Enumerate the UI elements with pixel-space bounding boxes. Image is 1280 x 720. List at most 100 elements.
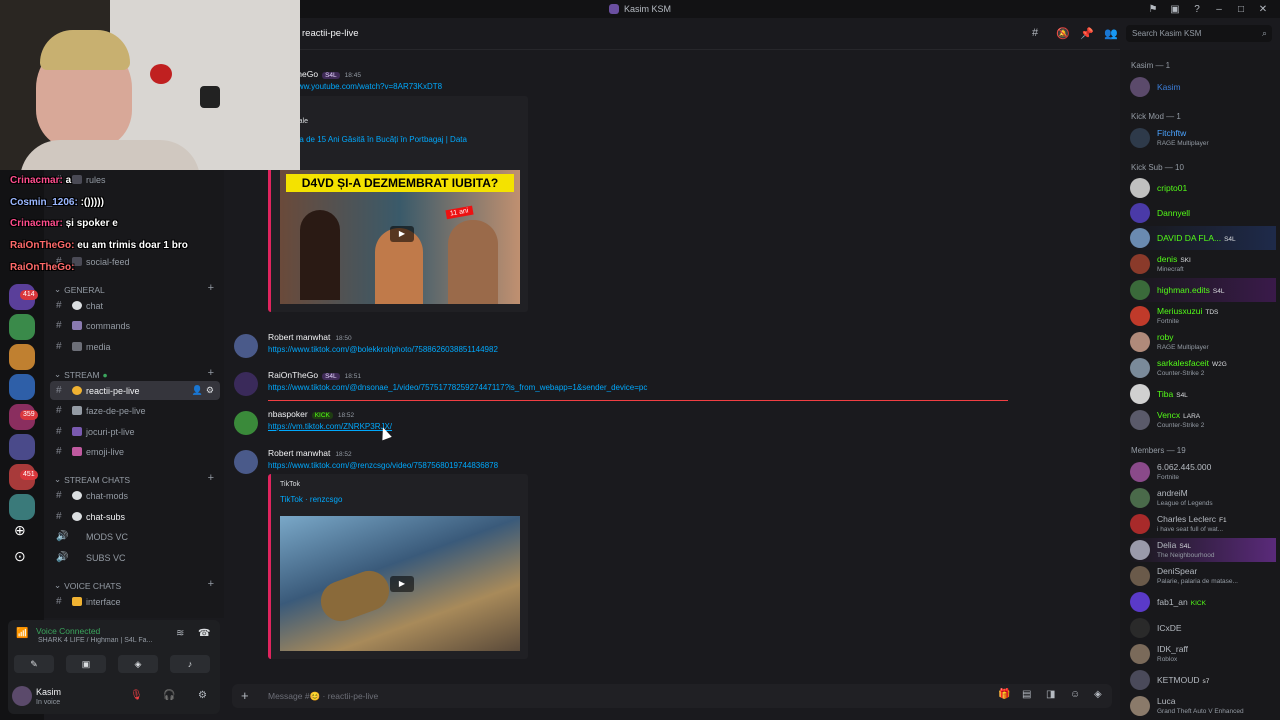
screen-share-button[interactable]: ▣: [66, 655, 106, 673]
channel-jocuri-pt-live[interactable]: # jocuri-pt-live: [50, 422, 220, 441]
apps-icon[interactable]: ◈: [1094, 689, 1102, 700]
search-input[interactable]: Search Kasim KSM ⌕: [1126, 25, 1272, 42]
screen-icon[interactable]: ▣: [1166, 0, 1184, 18]
category-stream-chats[interactable]: ⌄ STREAM CHATS: [54, 474, 130, 485]
member-item[interactable]: Fitchftw RAGE Multiplayer: [1130, 126, 1276, 150]
mute-icon[interactable]: 🎙: [130, 690, 143, 701]
server-icon-2[interactable]: [9, 314, 35, 340]
server-icon-4[interactable]: [9, 374, 35, 400]
voice-status[interactable]: Voice Connected: [36, 626, 100, 636]
emoji-icon[interactable]: ☺: [1070, 689, 1080, 700]
add-channel-icon[interactable]: +: [208, 472, 214, 484]
member-item[interactable]: highman.edits S4L: [1130, 278, 1276, 302]
avatar[interactable]: [12, 686, 32, 706]
sticker-icon[interactable]: ◨: [1046, 689, 1055, 700]
discover-icon[interactable]: ⊙: [14, 548, 26, 565]
member-list-icon[interactable]: 👥: [1104, 27, 1118, 40]
member-item[interactable]: Delia S4L The Neighbourhood: [1130, 538, 1276, 562]
category-general[interactable]: ⌄ GENERAL: [54, 284, 105, 295]
noise-icon[interactable]: ≋: [176, 628, 184, 639]
maximize-button[interactable]: □: [1232, 0, 1250, 18]
member-item[interactable]: denis SKI Minecraft: [1130, 252, 1276, 276]
avatar[interactable]: [234, 372, 258, 396]
minimize-button[interactable]: –: [1210, 0, 1228, 18]
member-item[interactable]: KETMOUD s7: [1130, 668, 1276, 692]
soundboard-button[interactable]: ♪: [170, 655, 210, 673]
embed-title[interactable]: TikTok · renzcsgo: [280, 495, 342, 504]
add-channel-icon[interactable]: +: [208, 578, 214, 590]
server-icon-8[interactable]: [9, 494, 35, 520]
voice-channel[interactable]: SHARK 4 LIFE / Highman | S4L Fa...: [38, 637, 188, 644]
avatar[interactable]: [234, 450, 258, 474]
member-item[interactable]: cripto01: [1130, 176, 1276, 200]
channel-chat-subs[interactable]: # chat-subs: [50, 507, 220, 526]
message-link[interactable]: https://www.tiktok.com/@renzcsgo/video/7…: [268, 461, 498, 470]
channel-mods-vc[interactable]: 🔊 MODS VC: [50, 527, 220, 546]
video-thumbnail[interactable]: D4VD ȘI-A DEZMEMBRAT IUBITA? 11 ani ▶: [280, 170, 520, 304]
channel-reactii-pe-live[interactable]: # reactii-pe-live 👤 ⚙: [50, 381, 220, 400]
attach-icon[interactable]: +: [241, 688, 249, 703]
settings-icon[interactable]: ⚙: [206, 385, 214, 396]
member-item[interactable]: IDK_raff Roblox: [1130, 642, 1276, 666]
disconnect-icon[interactable]: ☎: [198, 628, 210, 639]
gift-icon[interactable]: 🎁: [998, 689, 1010, 700]
help-icon[interactable]: ?: [1188, 0, 1206, 18]
member-item[interactable]: ICxDE: [1130, 616, 1276, 640]
message-author[interactable]: Robert manwhat 18:52: [268, 448, 352, 458]
member-item[interactable]: Luca Grand Theft Auto V Enhanced: [1130, 694, 1276, 718]
pin-icon[interactable]: 📌: [1080, 27, 1094, 40]
username[interactable]: Kasim: [36, 687, 61, 697]
add-server-icon[interactable]: ⊕: [14, 522, 26, 539]
member-item[interactable]: roby RAGE Multiplayer: [1130, 330, 1276, 354]
member-item[interactable]: Charles Leclerc F1 i have seat full of wat…: [1130, 512, 1276, 536]
message-author[interactable]: Robert manwhat 18:50: [268, 332, 352, 342]
gear-icon[interactable]: ⚙: [198, 690, 207, 701]
activities-button[interactable]: ◈: [118, 655, 158, 673]
server-icon-3[interactable]: [9, 344, 35, 370]
message-author[interactable]: nbaspoker KICK 18:52: [268, 409, 354, 419]
gif-icon[interactable]: ▤: [1022, 689, 1031, 700]
channel-social-feed[interactable]: # social-feed: [50, 252, 220, 271]
message-link[interactable]: https://www.tiktok.com/@bolekkrol/photo/…: [268, 345, 498, 354]
member-item[interactable]: fab1_an KICK: [1130, 590, 1276, 614]
member-item[interactable]: Dannyell: [1130, 201, 1276, 225]
member-item[interactable]: andreiM League of Legends: [1130, 486, 1276, 510]
channel-chat[interactable]: # chat: [50, 296, 220, 315]
channel-subs-vc[interactable]: 🔊 SUBS VC: [50, 548, 220, 567]
member-item[interactable]: Vencx LARA Counter-Strike 2: [1130, 408, 1276, 432]
play-icon[interactable]: ▶: [390, 226, 414, 242]
message-composer[interactable]: + Message #😊 · reactii-pe-live 🎁 ▤ ◨ ☺ ◈: [232, 684, 1112, 708]
video-button[interactable]: ✎: [14, 655, 54, 673]
member-item[interactable]: DeniSpear Palarie, palaria de matase...: [1130, 564, 1276, 588]
member-item[interactable]: DAVID DA FLA... S4L: [1130, 226, 1276, 250]
threads-icon[interactable]: #: [1032, 27, 1038, 39]
member-item[interactable]: Meriusxuzui TDS Fortnite: [1130, 304, 1276, 328]
channel-media[interactable]: # media: [50, 337, 220, 356]
deafen-icon[interactable]: 🎧: [163, 690, 175, 701]
avatar[interactable]: [234, 411, 258, 435]
inbox-icon[interactable]: ⚑: [1144, 0, 1162, 18]
message-author[interactable]: RaiOnTheGo S4L 18:51: [268, 370, 361, 380]
channel-faze-de-pe-live[interactable]: # faze-de-pe-live: [50, 401, 220, 420]
close-button[interactable]: ✕: [1254, 0, 1272, 18]
channel-commands[interactable]: # commands: [50, 316, 220, 335]
member-item[interactable]: Tiba S4L: [1130, 382, 1276, 406]
channel-interface[interactable]: # interface: [50, 592, 220, 611]
video-thumbnail[interactable]: ▶: [280, 516, 520, 651]
invite-icon[interactable]: 👤: [192, 385, 203, 396]
channel-rules[interactable]: # rules: [50, 170, 220, 189]
channel-emoji-live[interactable]: # emoji-live: [50, 442, 220, 461]
play-icon[interactable]: ▶: [390, 576, 414, 592]
server-icon-6[interactable]: [9, 434, 35, 460]
notifications-icon[interactable]: 🔕: [1056, 27, 1070, 40]
member-item[interactable]: 6.062.445.000 Fortnite: [1130, 460, 1276, 484]
avatar[interactable]: [234, 334, 258, 358]
add-channel-icon[interactable]: +: [208, 367, 214, 379]
add-channel-icon[interactable]: +: [208, 282, 214, 294]
message-link[interactable]: https://www.tiktok.com/@dnsonae_1/video/…: [268, 383, 647, 392]
member-item[interactable]: Kasim: [1130, 75, 1276, 99]
channel-chat-mods[interactable]: # chat-mods: [50, 486, 220, 505]
member-item[interactable]: sarkalesfaceit W2G Counter-Strike 2: [1130, 356, 1276, 380]
message-input[interactable]: Message #😊 · reactii-pe-live: [268, 691, 378, 702]
category-stream[interactable]: ⌄ STREAM ●: [54, 369, 108, 380]
